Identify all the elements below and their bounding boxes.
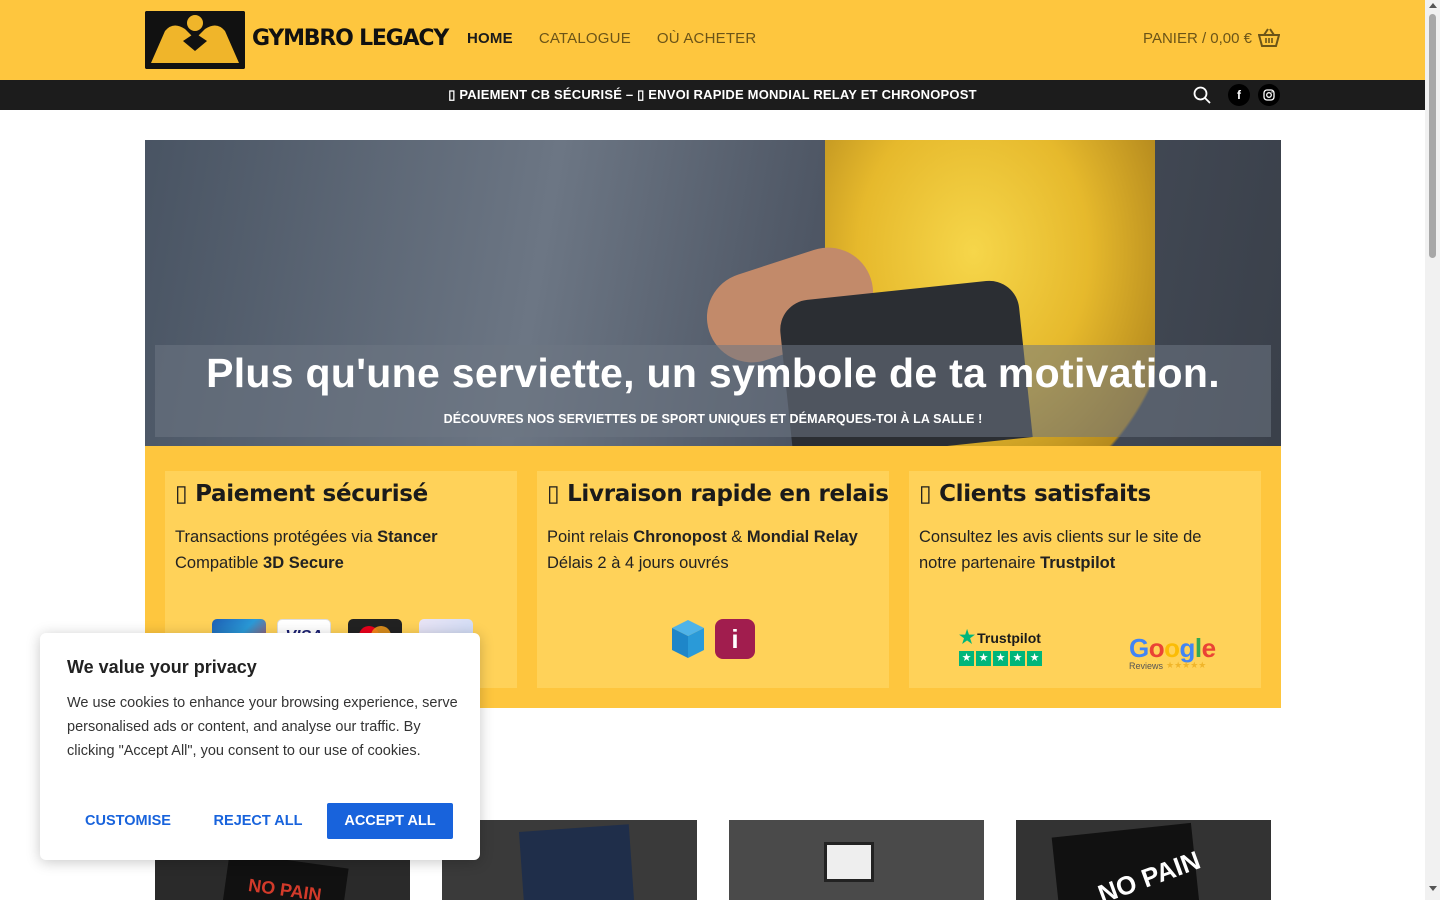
scroll-down-arrow-icon[interactable] (1429, 886, 1437, 891)
feature-text-part: notre partenaire (919, 554, 1041, 572)
feature-text-bold: Trustpilot (1040, 554, 1116, 572)
arm-wrestling-logo[interactable] (145, 11, 245, 69)
google-reviews-text: Reviews (1129, 660, 1164, 671)
hero-banner: Plus qu'une serviette, un symbole de ta … (145, 140, 1281, 446)
nav-catalogue[interactable]: CATALOGUE (539, 30, 631, 47)
feature-text-bold: Mondial Relay (746, 528, 858, 546)
product-card[interactable]: NO PAIN (1016, 820, 1271, 900)
cookie-title: We value your privacy (67, 657, 257, 677)
feature-text: Transactions protégées via Stancer Compa… (175, 524, 507, 576)
feature-text-bold: Stancer (377, 528, 438, 546)
nav-home[interactable]: HOME (467, 30, 513, 47)
hero-title: Plus qu'une serviette, un symbole de ta … (206, 350, 1220, 396)
cookie-text: We use cookies to enhance your browsing … (67, 695, 458, 759)
hero-subtitle: DÉCOUVRES NOS SERVIETTES DE SPORT UNIQUE… (443, 412, 983, 426)
trustpilot-star-icon: ★ (959, 627, 976, 647)
trustpilot-logo: ★ Trustpilot (959, 627, 1042, 648)
google-reviews-label: Reviews ★★★★★ (1129, 660, 1216, 671)
feature-text: Point relais Chronopost & Mondial Relay … (547, 524, 879, 576)
feature-text: Consultez les avis clients sur le site d… (919, 524, 1251, 576)
page: GYMBRO LEGACY HOME CATALOGUE OÙ ACHETER … (0, 0, 1425, 900)
trustpilot-badge[interactable]: ★ Trustpilot ★ ★ ★ ★ ★ (959, 627, 1042, 666)
cart-label: PANIER / 0,00 € (1143, 29, 1252, 47)
feature-text-bold: 3D Secure (263, 554, 344, 572)
instagram-glyph (1263, 89, 1275, 101)
basket-icon (1258, 28, 1280, 47)
mondial-relay-icon: i (715, 619, 755, 659)
feature-text-bold: Chronopost (633, 528, 727, 546)
trustpilot-rating: ★ ★ ★ ★ ★ (959, 651, 1042, 666)
nav-ou-acheter[interactable]: OÙ ACHETER (657, 30, 757, 47)
product-card[interactable] (729, 820, 984, 900)
google-stars: ★★★★★ (1166, 660, 1207, 670)
reject-all-button[interactable]: REJECT ALL (206, 803, 310, 839)
main-nav: HOME CATALOGUE OÙ ACHETER (467, 30, 756, 47)
trustpilot-label: Trustpilot (977, 629, 1041, 646)
feature-text-part: Délais 2 à 4 jours ouvrés (547, 554, 729, 572)
accept-all-button[interactable]: ACCEPT ALL (327, 803, 453, 839)
scroll-up-arrow-icon[interactable] (1429, 3, 1437, 8)
feature-text-part: Transactions protégées via (175, 528, 378, 546)
facebook-icon[interactable]: f (1228, 84, 1250, 106)
feature-title: ▯ Clients satisfaits (919, 481, 1151, 507)
cookie-consent-dialog: We value your privacy We use cookies to … (40, 633, 480, 860)
brand-name[interactable]: GYMBRO LEGACY (252, 26, 449, 51)
scroll-thumb[interactable] (1429, 14, 1436, 258)
feature-title: ▯ Livraison rapide en relais (547, 481, 889, 507)
search-icon[interactable] (1193, 86, 1211, 104)
feature-title: ▯ Paiement sécurisé (175, 481, 428, 507)
feature-card-reviews: ▯ Clients satisfaits Consultez les avis … (909, 471, 1261, 688)
instagram-icon[interactable] (1258, 84, 1280, 106)
facebook-glyph: f (1237, 88, 1241, 102)
google-reviews-badge[interactable]: Google Reviews ★★★★★ (1129, 633, 1216, 671)
info-bar-text: ▯ PAIEMENT CB SÉCURISÉ – ▯ ENVOI RAPIDE … (448, 87, 977, 102)
feature-card-delivery: ▯ Livraison rapide en relais Point relai… (537, 471, 889, 688)
cart-link[interactable]: PANIER / 0,00 € (1143, 28, 1280, 48)
page-scrollbar[interactable] (1425, 0, 1440, 900)
customise-button[interactable]: CUSTOMISE (67, 803, 189, 839)
site-header: GYMBRO LEGACY HOME CATALOGUE OÙ ACHETER … (0, 0, 1425, 80)
chronopost-box-icon (672, 620, 704, 658)
feature-text-part: & (726, 528, 747, 546)
feature-text-part: Point relais (547, 528, 634, 546)
product-card[interactable] (442, 820, 697, 900)
info-bar: ▯ PAIEMENT CB SÉCURISÉ – ▯ ENVOI RAPIDE … (0, 80, 1425, 110)
feature-text-part: Compatible (175, 554, 264, 572)
feature-text-part: Consultez les avis clients sur le site d… (919, 528, 1202, 546)
